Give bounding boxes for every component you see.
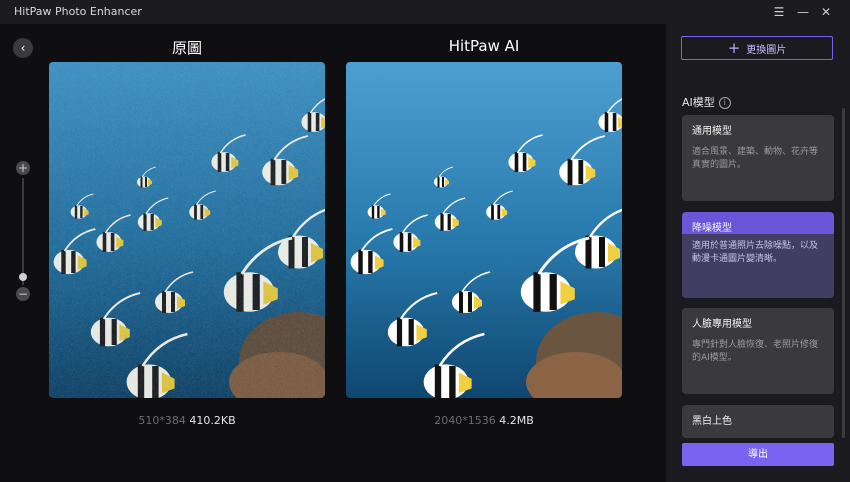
panel-scrollbar[interactable] bbox=[842, 108, 845, 438]
title-bar: HitPaw Photo Enhancer ☰ — ✕ bbox=[0, 0, 850, 24]
plus-icon: + bbox=[727, 39, 741, 57]
zoom-slider-handle[interactable] bbox=[19, 273, 27, 281]
model-card-face[interactable]: 人臉專用模型 專門針對人臉恢復、老照片修復的AI模型。 bbox=[682, 308, 834, 394]
model-card-title: 人臉專用模型 bbox=[692, 319, 752, 330]
replace-image-label: 更換圖片 bbox=[746, 44, 787, 56]
model-card-title: 黑白上色 bbox=[692, 416, 732, 427]
app-title: HitPaw Photo Enhancer bbox=[14, 5, 142, 18]
menu-icon[interactable]: ☰ bbox=[768, 3, 790, 21]
enhanced-info: 2040*1536 4.2MB bbox=[346, 414, 622, 427]
original-filesize: 410.2KB bbox=[189, 414, 236, 427]
info-icon[interactable]: i bbox=[718, 97, 731, 109]
zoom-slider-track[interactable] bbox=[22, 178, 24, 285]
enhanced-photo bbox=[346, 62, 622, 398]
enhanced-filesize: 4.2MB bbox=[499, 414, 534, 427]
zoom-in-icon[interactable]: + bbox=[16, 161, 30, 175]
original-dimensions: 510*384 bbox=[138, 414, 186, 427]
ai-model-heading: AI模型 i bbox=[682, 94, 731, 110]
close-icon[interactable]: ✕ bbox=[815, 3, 837, 21]
back-button[interactable]: ‹ bbox=[13, 38, 33, 58]
model-card-denoise[interactable]: 降噪模型 適用於普通照片去除噪點，以及動漫卡通圖片變清晰。 bbox=[682, 212, 834, 298]
model-card-desc: 適合風景、建築、動物、花卉等真實的圖片。 bbox=[692, 147, 819, 170]
model-card-general[interactable]: 通用模型 適合風景、建築、動物、花卉等真實的圖片。 bbox=[682, 115, 834, 201]
enhanced-dimensions: 2040*1536 bbox=[434, 414, 496, 427]
original-info: 510*384 410.2KB bbox=[49, 414, 325, 427]
original-photo bbox=[49, 62, 325, 398]
export-button[interactable]: 導出 bbox=[682, 443, 834, 466]
model-card-colorize[interactable]: 黑白上色 bbox=[682, 405, 834, 438]
model-card-desc: 適用於普通照片去除噪點，以及動漫卡通圖片變清晰。 bbox=[692, 241, 819, 264]
enhanced-title: HitPaw AI bbox=[448, 37, 520, 55]
model-card-desc: 專門針對人臉恢復、老照片修復的AI模型。 bbox=[692, 340, 819, 363]
replace-image-button[interactable]: + 更換圖片 bbox=[681, 36, 833, 60]
chevron-left-icon: ‹ bbox=[20, 41, 26, 55]
minimize-icon[interactable]: — bbox=[792, 3, 814, 21]
model-card-title: 降噪模型 bbox=[682, 212, 834, 234]
model-card-title: 通用模型 bbox=[692, 126, 732, 137]
original-title: 原圖 bbox=[171, 39, 202, 57]
zoom-out-icon[interactable]: − bbox=[16, 287, 30, 301]
